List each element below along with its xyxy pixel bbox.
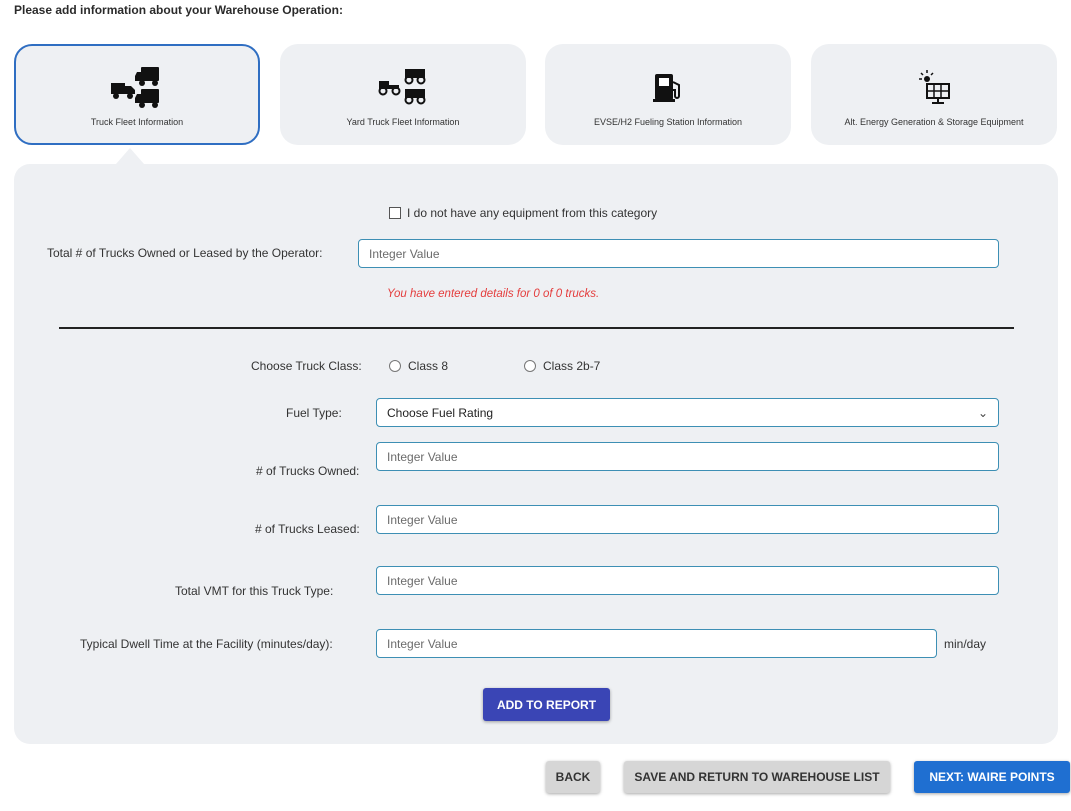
fuel-type-label: Fuel Type: xyxy=(286,406,342,420)
save-return-button[interactable]: SAVE AND RETURN TO WAREHOUSE LIST xyxy=(624,761,890,793)
vmt-label: Total VMT for this Truck Type: xyxy=(175,584,334,598)
tab-evse-fueling[interactable]: EVSE/H2 Fueling Station Information xyxy=(545,44,791,145)
radio-class-2b-7[interactable]: Class 2b-7 xyxy=(524,359,600,373)
trucks-owned-input[interactable] xyxy=(376,442,999,471)
fuel-type-select[interactable]: Choose Fuel Rating ⌄ xyxy=(376,398,999,427)
next-waire-points-button[interactable]: NEXT: WAIRE POINTS xyxy=(914,761,1070,793)
section-divider xyxy=(59,327,1014,329)
trucks-owned-label: # of Trucks Owned: xyxy=(256,464,360,478)
no-equipment-label: I do not have any equipment from this ca… xyxy=(407,206,658,220)
tab-yard-truck-fleet[interactable]: Yard Truck Fleet Information xyxy=(280,44,526,145)
no-equipment-checkbox[interactable] xyxy=(389,207,401,219)
yard-truck-icon xyxy=(377,67,429,107)
radio-class-8-label: Class 8 xyxy=(408,359,449,373)
radio-circle[interactable] xyxy=(389,360,401,372)
radio-class-8[interactable]: Class 8 xyxy=(389,359,448,373)
fuel-pump-icon xyxy=(651,67,685,107)
no-equipment-checkbox-row[interactable]: I do not have any equipment from this ca… xyxy=(389,206,657,220)
tab-label: EVSE/H2 Fueling Station Information xyxy=(593,116,743,127)
fuel-type-value: Choose Fuel Rating xyxy=(387,405,494,420)
total-trucks-input[interactable] xyxy=(358,239,999,268)
dwell-time-unit: min/day xyxy=(944,637,987,651)
trucks-leased-input[interactable] xyxy=(376,505,999,534)
radio-circle[interactable] xyxy=(524,360,536,372)
tab-truck-fleet[interactable]: Truck Fleet Information xyxy=(14,44,260,145)
trucks-entered-warning: You have entered details for 0 of 0 truc… xyxy=(387,288,600,300)
tab-alt-energy[interactable]: Alt. Energy Generation & Storage Equipme… xyxy=(811,44,1057,145)
tab-label: Alt. Energy Generation & Storage Equipme… xyxy=(844,116,1024,127)
trucks-leased-label: # of Trucks Leased: xyxy=(255,522,360,536)
total-trucks-label: Total # of Trucks Owned or Leased by the… xyxy=(47,246,323,260)
radio-class-2b-7-label: Class 2b-7 xyxy=(543,359,601,373)
truck-class-label: Choose Truck Class: xyxy=(251,359,362,373)
active-tab-pointer xyxy=(116,148,144,164)
back-button[interactable]: BACK xyxy=(546,761,600,793)
tab-label: Yard Truck Fleet Information xyxy=(346,116,460,127)
add-to-report-button[interactable]: ADD TO REPORT xyxy=(483,688,610,721)
truck-fleet-icon xyxy=(109,66,165,108)
tab-label: Truck Fleet Information xyxy=(90,116,184,127)
vmt-input[interactable] xyxy=(376,566,999,595)
page-intro: Please add information about your Wareho… xyxy=(14,3,343,17)
solar-panel-icon xyxy=(915,67,953,107)
dwell-time-label: Typical Dwell Time at the Facility (minu… xyxy=(80,637,333,651)
chevron-down-icon: ⌄ xyxy=(977,405,988,420)
dwell-time-input[interactable] xyxy=(376,629,937,658)
